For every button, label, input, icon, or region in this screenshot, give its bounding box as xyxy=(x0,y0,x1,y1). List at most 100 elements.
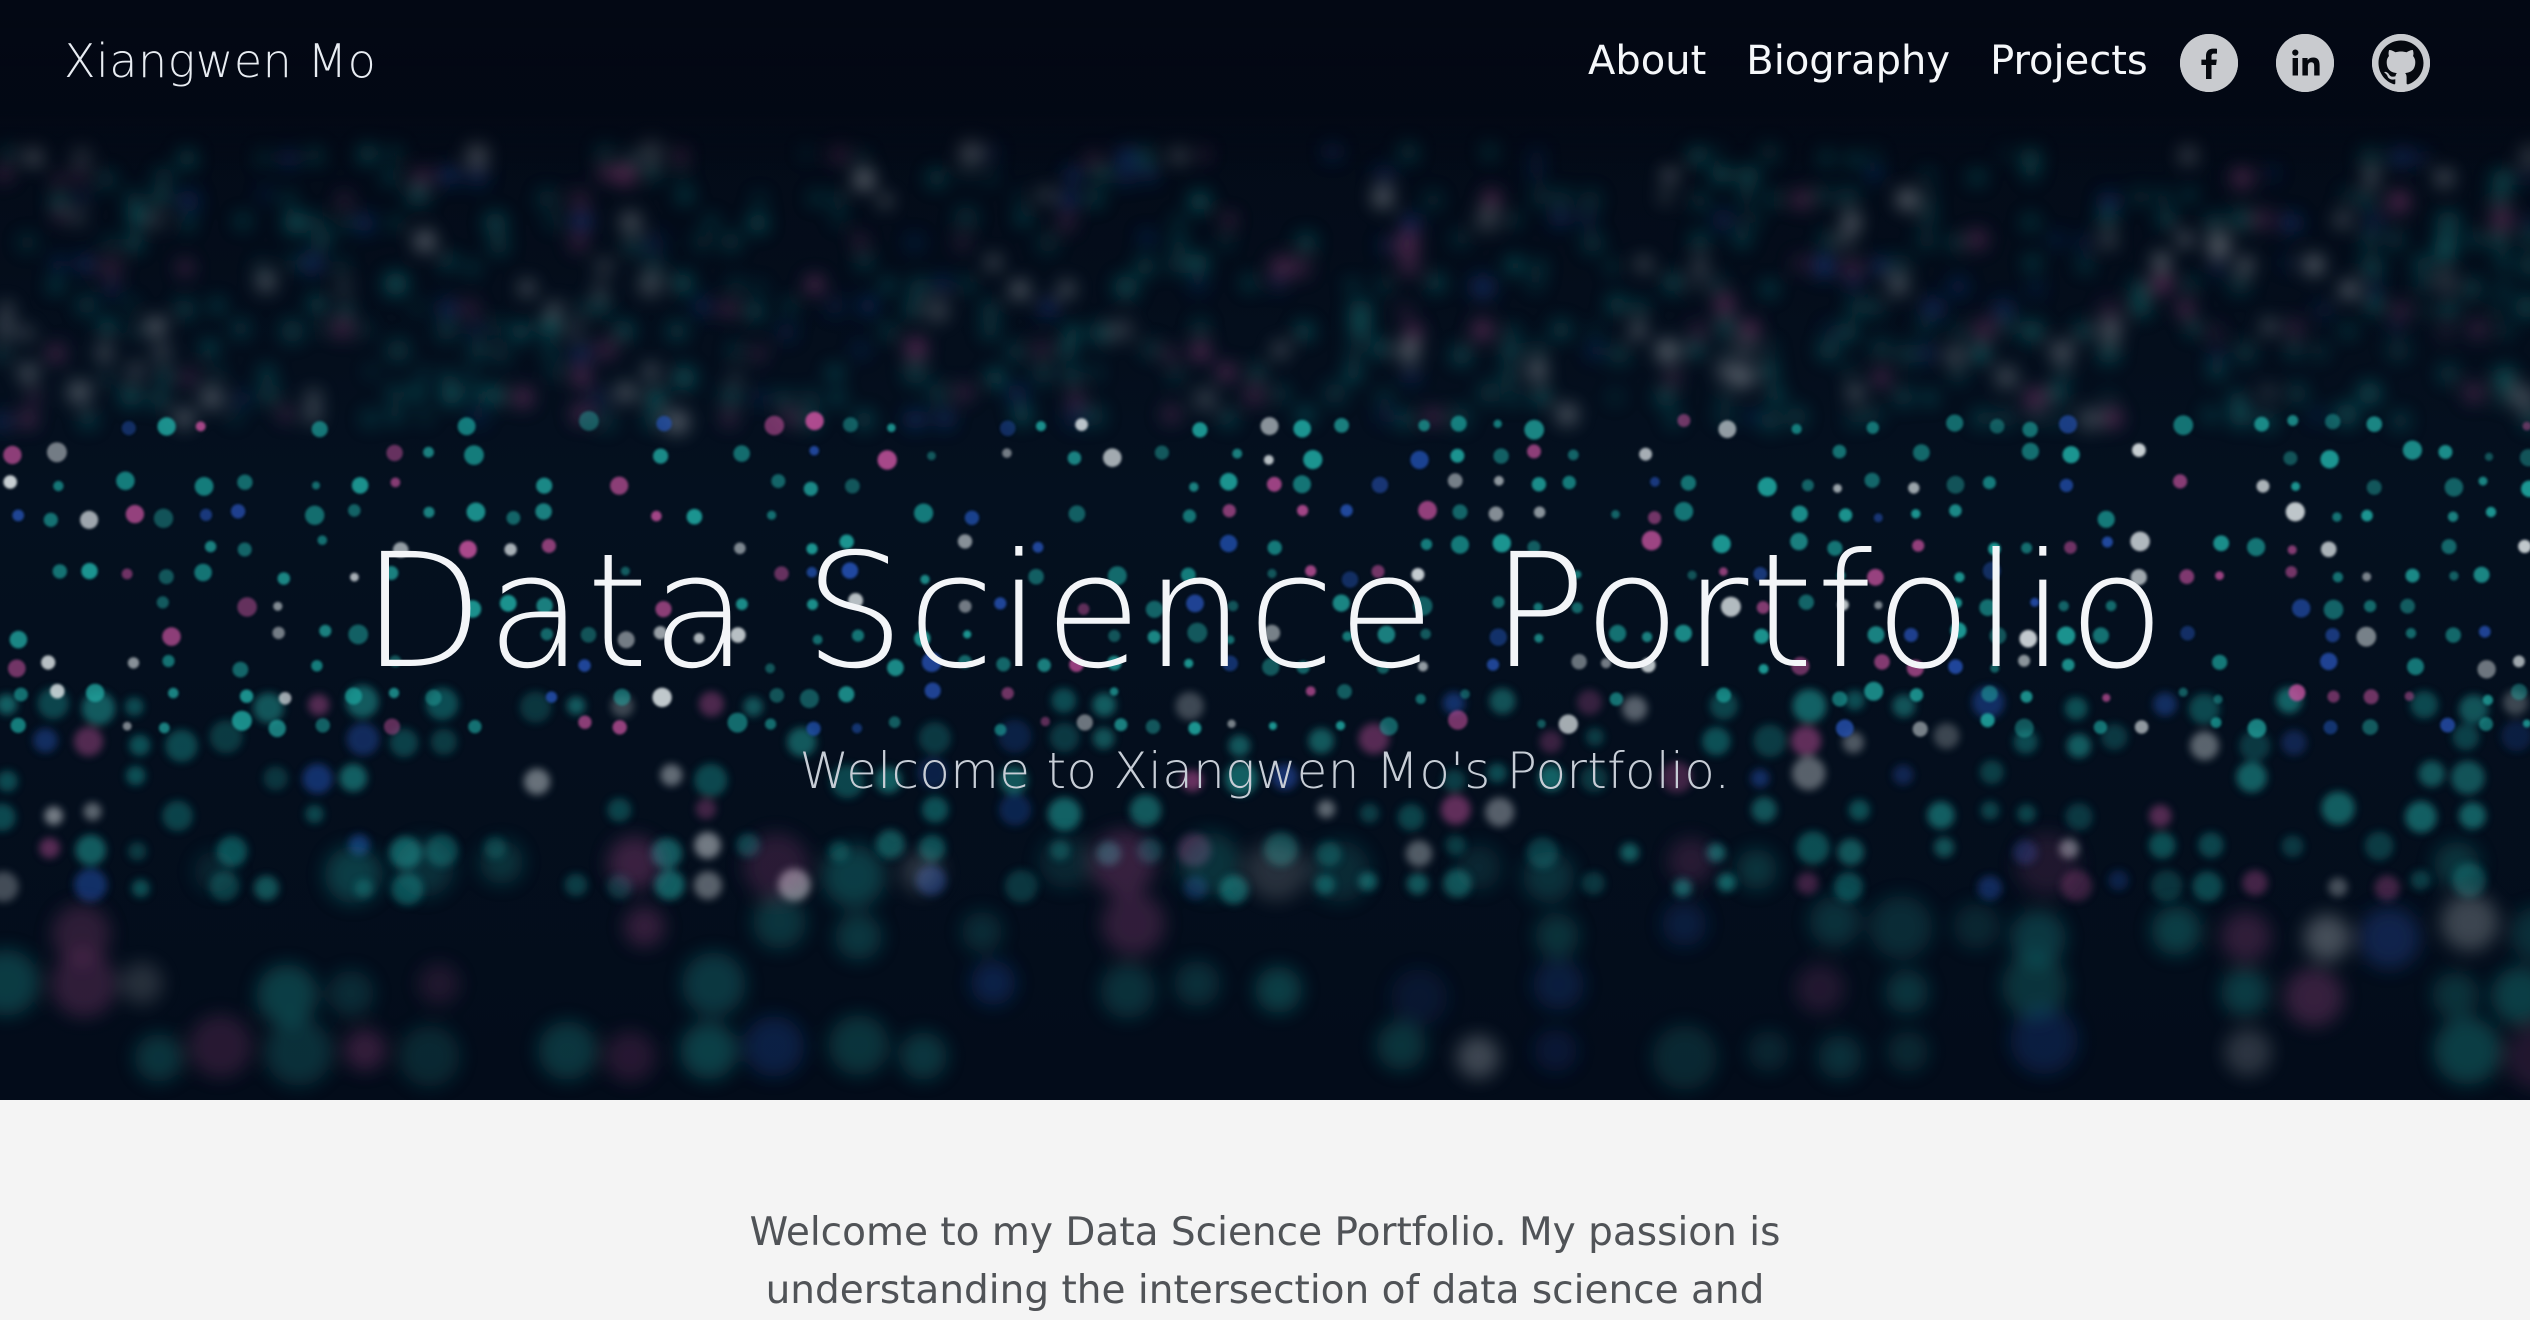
particle xyxy=(981,301,1000,320)
particle xyxy=(1189,482,1198,491)
particle xyxy=(2479,717,2493,731)
particle xyxy=(1451,345,1472,366)
particle xyxy=(232,711,252,731)
particle xyxy=(1888,255,1911,278)
particle xyxy=(2252,209,2273,230)
particle xyxy=(1888,275,1908,295)
particle xyxy=(2437,298,2459,320)
social-links xyxy=(2180,34,2430,92)
particle xyxy=(573,301,590,318)
particle xyxy=(284,211,307,234)
particle xyxy=(2192,871,2222,901)
particle xyxy=(2438,445,2452,459)
particle xyxy=(2340,281,2358,299)
particle xyxy=(1264,455,1274,465)
particle xyxy=(2056,366,2071,381)
particle xyxy=(399,1026,460,1087)
particle xyxy=(11,718,26,733)
particle xyxy=(1630,323,1646,339)
particle xyxy=(2375,875,2400,900)
particle xyxy=(547,301,563,317)
particle xyxy=(854,235,867,248)
particle xyxy=(1797,831,1830,864)
particle xyxy=(733,445,750,462)
particle xyxy=(1637,257,1652,272)
particle xyxy=(1303,450,1322,469)
particle xyxy=(1973,318,1995,340)
particle xyxy=(332,317,354,339)
particle xyxy=(150,390,169,409)
facebook-icon[interactable] xyxy=(2180,34,2238,92)
particle xyxy=(537,188,558,209)
particle xyxy=(809,192,823,206)
particle xyxy=(2151,870,2183,902)
particle xyxy=(2153,253,2171,271)
particle xyxy=(308,295,327,314)
particle xyxy=(2094,721,2107,734)
particle xyxy=(2183,189,2195,201)
linkedin-icon[interactable] xyxy=(2276,34,2334,92)
particle xyxy=(1762,281,1777,296)
particle xyxy=(1162,347,1179,364)
particle xyxy=(2262,386,2274,398)
particle xyxy=(613,720,627,734)
particle xyxy=(194,851,236,893)
particle xyxy=(1398,254,1420,276)
particle xyxy=(174,299,195,320)
particle xyxy=(1531,260,1546,275)
particle xyxy=(2325,414,2340,429)
particle xyxy=(2405,801,2437,833)
particle xyxy=(2328,878,2347,897)
particle xyxy=(955,235,970,250)
nav-link-about[interactable]: About xyxy=(1588,38,1706,84)
particle xyxy=(1220,473,1238,491)
particle xyxy=(2059,415,2077,433)
particle xyxy=(1951,325,1967,341)
particle xyxy=(2411,870,2431,890)
particle xyxy=(832,212,846,226)
particle xyxy=(1013,406,1032,425)
particle xyxy=(311,228,333,250)
particle xyxy=(1410,451,1428,469)
site-brand[interactable]: Xiangwen Mo xyxy=(64,34,376,88)
particle xyxy=(1457,1036,1500,1079)
particle xyxy=(1535,914,1579,958)
particle xyxy=(704,215,718,229)
particle xyxy=(1485,798,1514,827)
particle xyxy=(1922,297,1944,319)
particle xyxy=(1579,190,1601,212)
particle xyxy=(1255,967,1301,1013)
particle xyxy=(49,278,63,292)
particle xyxy=(1923,391,1937,405)
particle xyxy=(729,345,741,357)
particle xyxy=(174,408,194,428)
particle xyxy=(1534,1029,1577,1072)
particle xyxy=(1448,473,1463,488)
particle xyxy=(2432,972,2478,1018)
particle xyxy=(281,192,296,207)
particle xyxy=(2210,259,2227,276)
particle xyxy=(955,206,978,229)
nav-link-projects[interactable]: Projects xyxy=(1990,38,2148,84)
particle xyxy=(39,838,60,859)
particle xyxy=(179,367,200,388)
particle xyxy=(645,388,667,410)
particle xyxy=(1058,189,1079,210)
particle xyxy=(986,369,1004,387)
particle xyxy=(1836,186,1860,210)
particle xyxy=(125,190,142,207)
particle xyxy=(2108,870,2129,891)
particle xyxy=(1191,277,1206,292)
particle xyxy=(753,896,806,949)
particle xyxy=(306,390,321,405)
particle xyxy=(1608,390,1622,404)
particle xyxy=(1797,872,1819,894)
particle xyxy=(2304,255,2324,275)
particle xyxy=(654,870,684,900)
github-icon[interactable] xyxy=(2372,34,2430,92)
particle xyxy=(1969,169,1986,186)
particle xyxy=(1656,387,1676,407)
particle xyxy=(1249,364,1266,381)
nav-link-biography[interactable]: Biography xyxy=(1746,38,1950,84)
particle xyxy=(201,387,223,409)
